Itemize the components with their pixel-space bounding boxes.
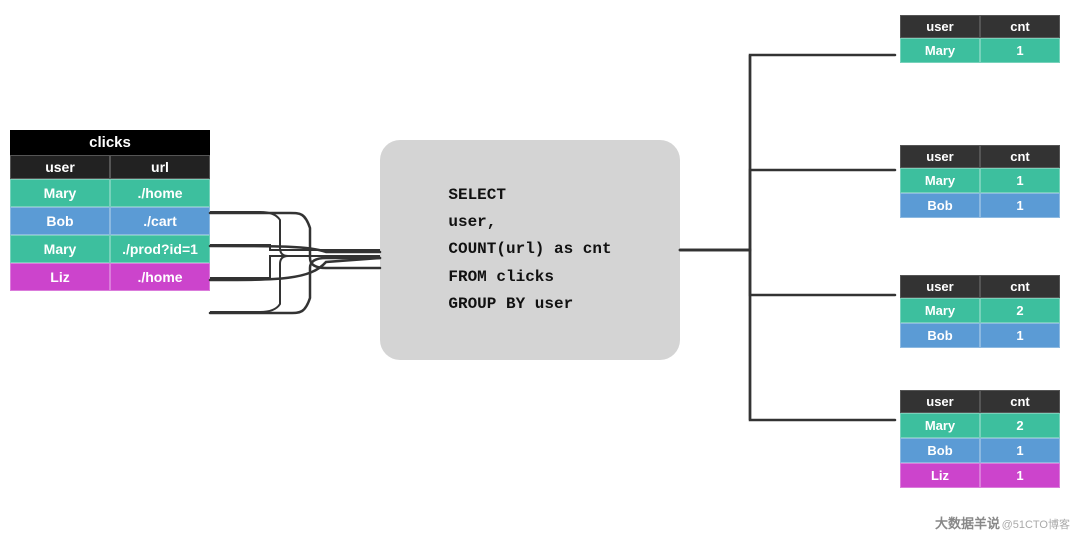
cell-user: Liz <box>10 263 110 291</box>
res-col-user: user <box>900 390 980 413</box>
cell-cnt: 1 <box>980 38 1060 63</box>
res-col-user: user <box>900 275 980 298</box>
res-col-cnt: cnt <box>980 275 1060 298</box>
cell-user: Mary <box>900 413 980 438</box>
cell-url: ./cart <box>110 207 210 235</box>
cell-user: Mary <box>900 298 980 323</box>
res-col-user: user <box>900 15 980 38</box>
table-row: Mary ./home <box>10 179 210 207</box>
cell-cnt: 2 <box>980 413 1060 438</box>
cell-user: Bob <box>10 207 110 235</box>
sql-code: SELECT user, COUNT(url) as cnt FROM clic… <box>448 182 611 318</box>
table-row: Bob ./cart <box>10 207 210 235</box>
result-table-3: user cnt Mary 2 Bob 1 <box>900 275 1060 348</box>
table-row: Mary 2 <box>900 298 1060 323</box>
cell-cnt: 1 <box>980 463 1060 488</box>
cell-user: Mary <box>10 235 110 263</box>
cell-url: ./home <box>110 263 210 291</box>
cell-url: ./prod?id=1 <box>110 235 210 263</box>
table-row: Bob 1 <box>900 438 1060 463</box>
table-row: Bob 1 <box>900 193 1060 218</box>
result-header: user cnt <box>900 390 1060 413</box>
cell-user: Bob <box>900 323 980 348</box>
res-col-user: user <box>900 145 980 168</box>
col-user-header: user <box>10 155 110 179</box>
table-row: Mary 1 <box>900 168 1060 193</box>
result-table-2: user cnt Mary 1 Bob 1 <box>900 145 1060 218</box>
result-header: user cnt <box>900 15 1060 38</box>
cell-user: Bob <box>900 193 980 218</box>
sql-box: SELECT user, COUNT(url) as cnt FROM clic… <box>380 140 680 360</box>
watermark: 大数据羊说 <box>935 513 1000 532</box>
cell-url: ./home <box>110 179 210 207</box>
table-row: Liz ./home <box>10 263 210 291</box>
cell-user: Bob <box>900 438 980 463</box>
table-row: Bob 1 <box>900 323 1060 348</box>
res-col-cnt: cnt <box>980 15 1060 38</box>
res-col-cnt: cnt <box>980 145 1060 168</box>
clicks-table: clicks user url Mary ./home Bob ./cart M… <box>10 130 210 291</box>
cell-cnt: 1 <box>980 193 1060 218</box>
table-header: user url <box>10 155 210 179</box>
result-table-1: user cnt Mary 1 <box>900 15 1060 63</box>
cell-user: Mary <box>900 38 980 63</box>
cell-user: Mary <box>10 179 110 207</box>
res-col-cnt: cnt <box>980 390 1060 413</box>
table-row: Liz 1 <box>900 463 1060 488</box>
result-header: user cnt <box>900 275 1060 298</box>
cell-cnt: 2 <box>980 298 1060 323</box>
table-title: clicks <box>10 130 210 155</box>
table-row: Mary 1 <box>900 38 1060 63</box>
table-row: Mary 2 <box>900 413 1060 438</box>
cell-cnt: 1 <box>980 168 1060 193</box>
watermark2: @51CTO博客 <box>1002 516 1070 532</box>
result-table-4: user cnt Mary 2 Bob 1 Liz 1 <box>900 390 1060 488</box>
cell-user: Liz <box>900 463 980 488</box>
table-row: Mary ./prod?id=1 <box>10 235 210 263</box>
result-header: user cnt <box>900 145 1060 168</box>
col-url-header: url <box>110 155 210 179</box>
cell-user: Mary <box>900 168 980 193</box>
cell-cnt: 1 <box>980 438 1060 463</box>
cell-cnt: 1 <box>980 323 1060 348</box>
